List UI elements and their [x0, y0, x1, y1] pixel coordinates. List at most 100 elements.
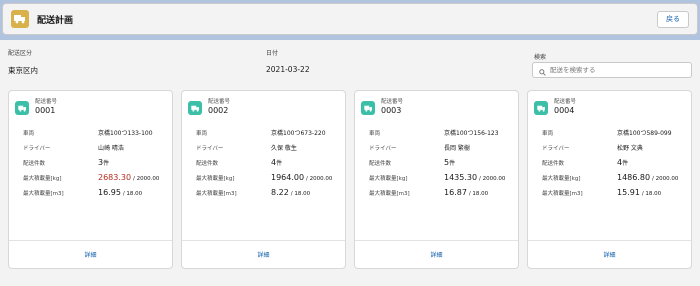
delivery-card: 配送番号 0003 車両 京橋100つ156-123 ドライバー 長岡 繁樹 配…: [354, 90, 519, 269]
search-box[interactable]: [532, 62, 692, 78]
volume-max: / 18.00: [290, 191, 311, 197]
count-row: 配送件数 4件: [542, 155, 688, 170]
card-header: 配送番号 0001: [15, 98, 57, 116]
delivery-card: 配送番号 0004 車両 京橋100つ589-099 ドライバー 松野 文典 配…: [527, 90, 692, 269]
vehicle-label: 車両: [196, 130, 208, 137]
driver-label: ドライバー: [196, 145, 224, 152]
vehicle-value: 京橋100つ156-123: [444, 130, 499, 137]
driver-row: ドライバー 長岡 繁樹: [369, 140, 515, 155]
weight-current: 1964.00: [271, 173, 305, 182]
detail-link[interactable]: 詳細: [430, 250, 442, 259]
delivery-no-label: 配送番号: [381, 99, 404, 105]
count-row: 配送件数 3件: [23, 155, 169, 170]
vehicle-row: 車両 京橋100つ673-220: [196, 125, 342, 140]
volume-max: / 18.00: [122, 191, 143, 197]
driver-value: 山崎 晴浩: [98, 145, 124, 152]
weight-label: 最大積載量[kg]: [23, 175, 62, 182]
detail-link[interactable]: 詳細: [603, 250, 615, 259]
weight-max: / 2000.00: [652, 176, 679, 182]
weight-value: 2683.30 / 2000.00: [98, 173, 159, 182]
card-header: 配送番号 0004: [534, 98, 576, 116]
driver-row: ドライバー 久保 敬生: [196, 140, 342, 155]
volume-row: 最大積載量[m3] 16.95 / 18.00: [23, 185, 169, 200]
truck-icon: [15, 101, 29, 115]
vehicle-row: 車両 京橋100つ156-123: [369, 125, 515, 140]
driver-value: 松野 文典: [617, 145, 643, 152]
vehicle-value: 京橋100つ673-220: [271, 130, 326, 137]
search-icon: [539, 61, 546, 80]
volume-row: 最大積載量[m3] 16.87 / 18.00: [369, 185, 515, 200]
weight-row: 最大積載量[kg] 1435.30 / 2000.00: [369, 170, 515, 185]
count-unit: 件: [276, 160, 283, 167]
weight-label: 最大積載量[kg]: [542, 175, 581, 182]
volume-max: / 18.00: [641, 191, 662, 197]
vehicle-value: 京橋100つ589-099: [617, 130, 672, 137]
weight-max: / 2000.00: [306, 176, 333, 182]
driver-label: ドライバー: [542, 145, 570, 152]
card-footer: 詳細: [355, 240, 518, 268]
card-footer: 詳細: [182, 240, 345, 268]
count-value: 3件: [98, 158, 109, 167]
card-fields: 車両 京橋100つ589-099 ドライバー 松野 文典 配送件数 4件 最大積…: [542, 125, 688, 200]
count-unit: 件: [103, 160, 110, 167]
volume-value: 8.22 / 18.00: [271, 188, 310, 197]
volume-current: 16.95: [98, 188, 121, 197]
volume-label: 最大積載量[m3]: [196, 190, 237, 197]
detail-link[interactable]: 詳細: [257, 250, 269, 259]
weight-current: 2683.30: [98, 173, 132, 182]
volume-row: 最大積載量[m3] 15.91 / 18.00: [542, 185, 688, 200]
driver-label: ドライバー: [23, 145, 51, 152]
back-button[interactable]: 戻る: [657, 10, 689, 28]
count-unit: 件: [449, 160, 456, 167]
weight-row: 最大積載量[kg] 1964.00 / 2000.00: [196, 170, 342, 185]
vehicle-label: 車両: [542, 130, 554, 137]
page-header: 配送計画 戻る: [2, 3, 698, 35]
volume-current: 15.91: [617, 188, 640, 197]
driver-label: ドライバー: [369, 145, 397, 152]
count-value: 5件: [444, 158, 455, 167]
delivery-no: 0001: [35, 106, 56, 115]
filters: 配送区分 東京区内 日付 2021-03-22 検索: [2, 42, 698, 82]
volume-label: 最大積載量[m3]: [23, 190, 64, 197]
weight-value: 1964.00 / 2000.00: [271, 173, 332, 182]
vehicle-row: 車両 京橋100つ133-100: [23, 125, 169, 140]
weight-value: 1435.30 / 2000.00: [444, 173, 505, 182]
count-label: 配送件数: [369, 160, 392, 167]
delivery-no-label: 配送番号: [554, 99, 577, 105]
volume-value: 16.95 / 18.00: [98, 188, 142, 197]
count-value: 4件: [617, 158, 628, 167]
volume-label: 最大積載量[m3]: [542, 190, 583, 197]
count-label: 配送件数: [23, 160, 46, 167]
weight-max: / 2000.00: [479, 176, 506, 182]
delivery-card: 配送番号 0001 車両 京橋100つ133-100 ドライバー 山崎 晴浩 配…: [8, 90, 173, 269]
weight-current: 1435.30: [444, 173, 478, 182]
vehicle-value: 京橋100つ133-100: [98, 130, 153, 137]
search-input[interactable]: [550, 66, 680, 74]
delivery-no: 0002: [208, 106, 229, 115]
weight-value: 1486.80 / 2000.00: [617, 173, 678, 182]
count-unit: 件: [622, 160, 629, 167]
truck-icon: [361, 101, 375, 115]
driver-row: ドライバー 山崎 晴浩: [23, 140, 169, 155]
driver-row: ドライバー 松野 文典: [542, 140, 688, 155]
card-header: 配送番号 0002: [188, 98, 230, 116]
delivery-no-label: 配送番号: [35, 99, 58, 105]
driver-value: 久保 敬生: [271, 145, 297, 152]
volume-value: 15.91 / 18.00: [617, 188, 661, 197]
volume-current: 16.87: [444, 188, 467, 197]
card-footer: 詳細: [9, 240, 172, 268]
weight-label: 最大積載量[kg]: [196, 175, 235, 182]
driver-value: 長岡 繁樹: [444, 145, 470, 152]
count-label: 配送件数: [542, 160, 565, 167]
truck-icon: [11, 10, 29, 28]
detail-link[interactable]: 詳細: [84, 250, 96, 259]
weight-max: / 2000.00: [133, 176, 160, 182]
card-fields: 車両 京橋100つ673-220 ドライバー 久保 敬生 配送件数 4件 最大積…: [196, 125, 342, 200]
weight-row: 最大積載量[kg] 1486.80 / 2000.00: [542, 170, 688, 185]
date-value: 2021-03-22: [266, 65, 310, 74]
delivery-no: 0003: [381, 106, 402, 115]
delivery-card: 配送番号 0002 車両 京橋100つ673-220 ドライバー 久保 敬生 配…: [181, 90, 346, 269]
count-row: 配送件数 4件: [196, 155, 342, 170]
main-panel: 配送区分 東京区内 日付 2021-03-22 検索 配送番号 0001 車両 …: [2, 42, 698, 284]
volume-label: 最大積載量[m3]: [369, 190, 410, 197]
